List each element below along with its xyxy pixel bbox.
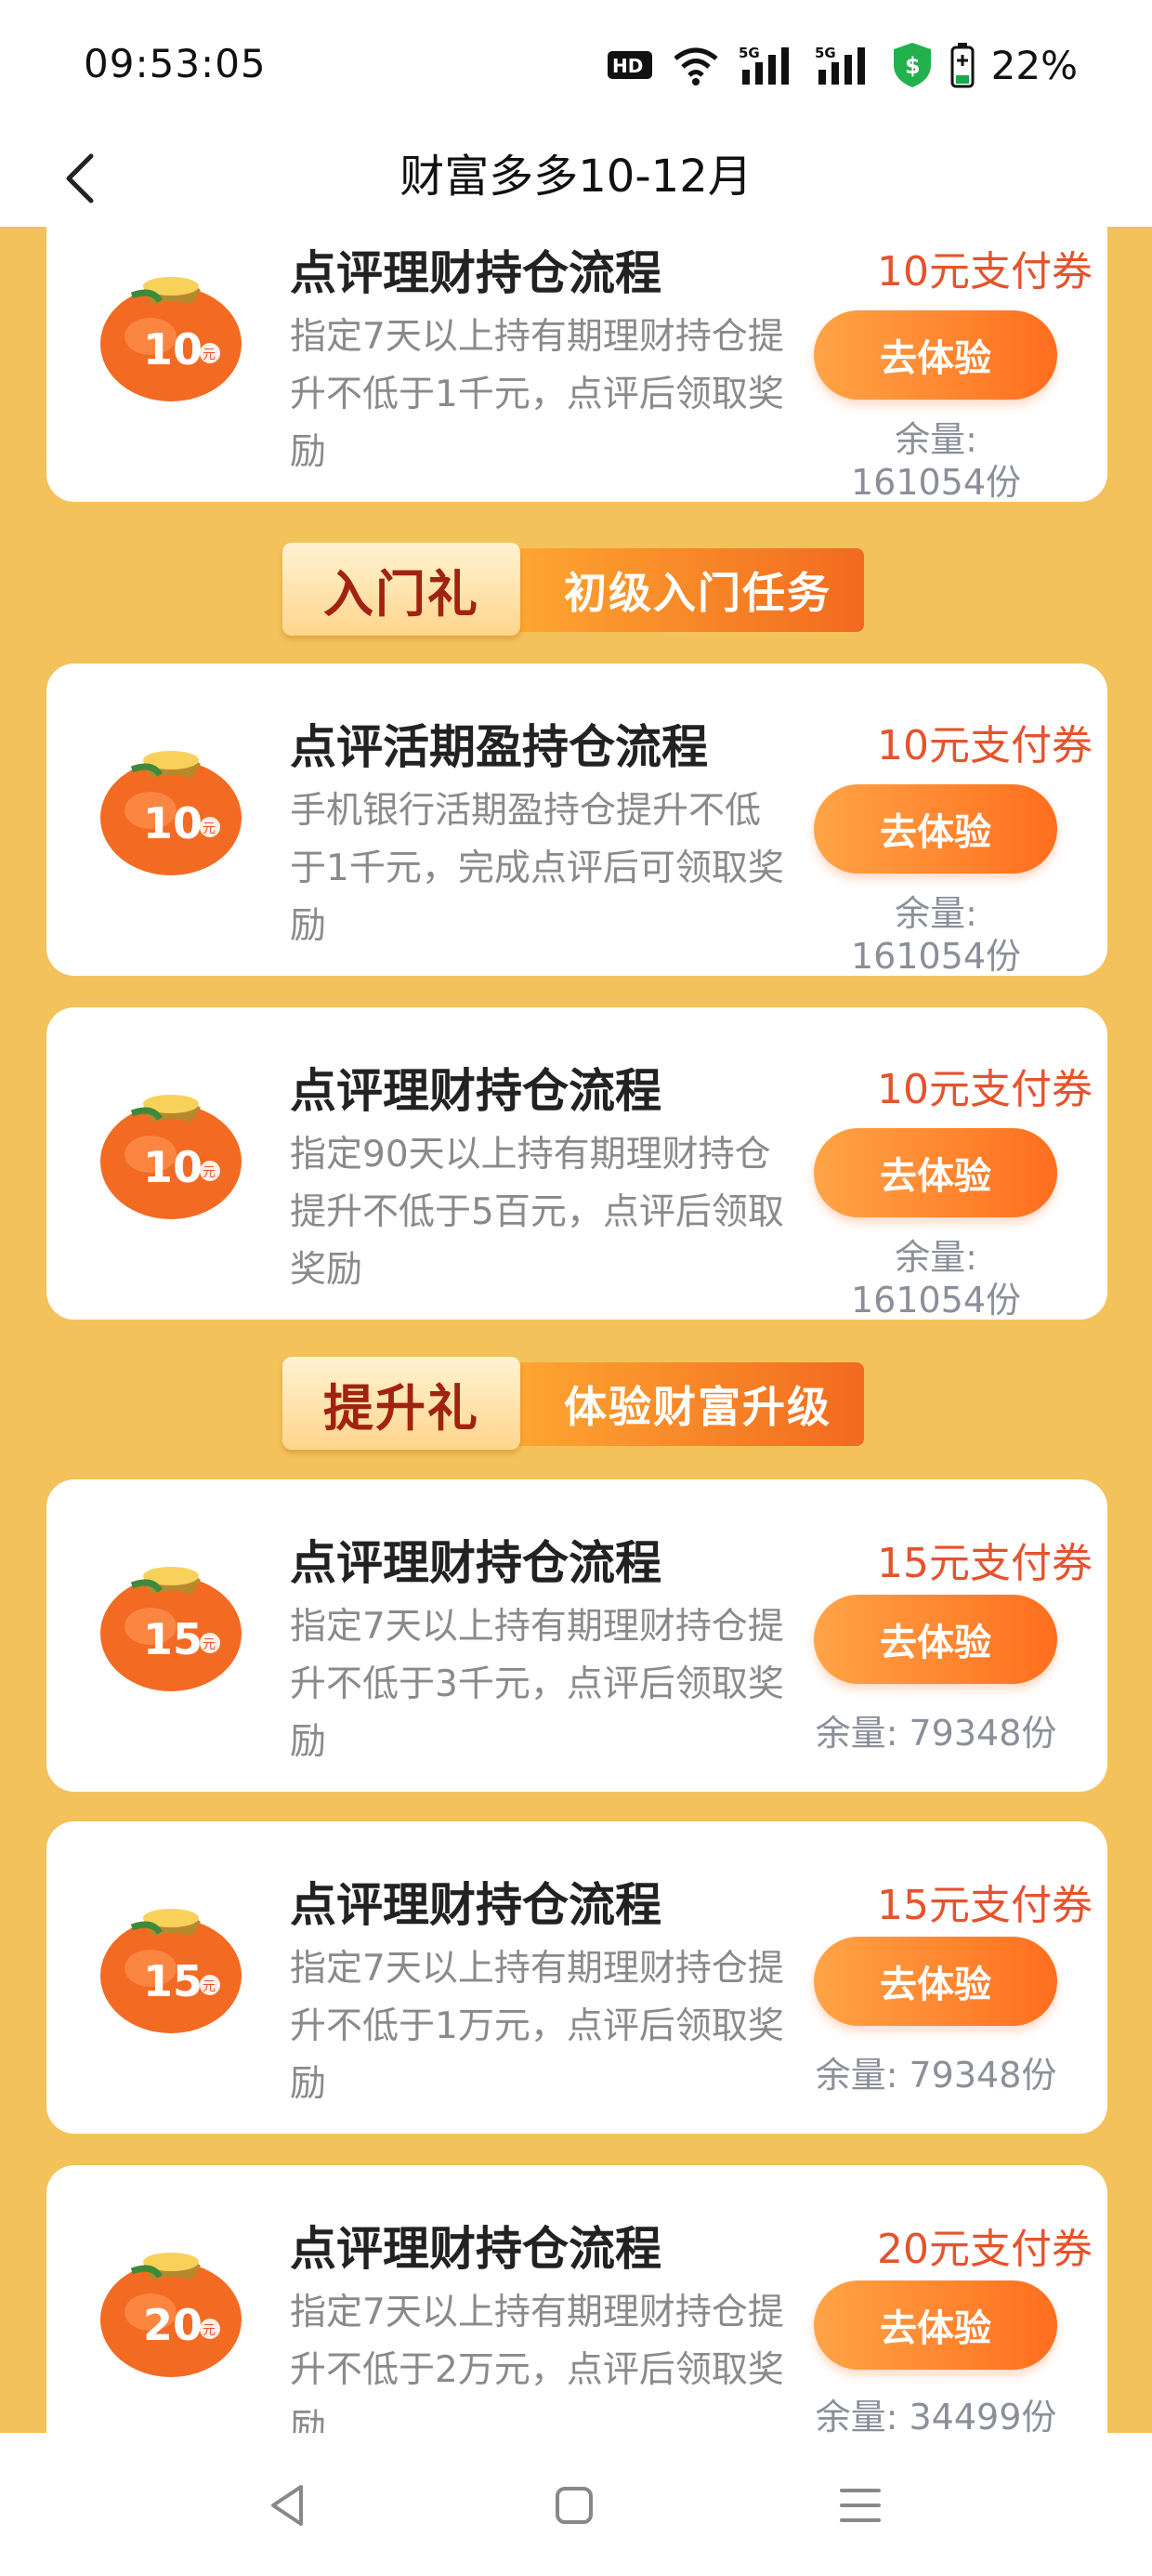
task-card: 10 元 点评活期盈持仓流程 手机银行活期盈持仓提升不低于1千元，完成点评后可领… xyxy=(46,664,1107,976)
coin-reward-icon: 15 元 xyxy=(95,1883,248,2036)
svg-text:15: 15 xyxy=(143,1614,203,1664)
task-description: 指定7天以上持有期理财持仓提升不低于1千元，点评后领取奖励 xyxy=(290,316,784,473)
shield-dollar-icon: $ xyxy=(893,43,931,87)
nav-back-button[interactable] xyxy=(251,2468,325,2543)
signal-5g-icon: 5G xyxy=(739,45,789,85)
section-banner: 提升礼 体验财富升级 xyxy=(282,1357,864,1450)
svg-text:10: 10 xyxy=(143,1142,203,1192)
task-title: 点评理财持仓流程 xyxy=(290,2222,661,2276)
task-card: 10 元 点评理财持仓流程 指定90天以上持有期理财持仓提升不低于5百元，点评后… xyxy=(46,1007,1107,1320)
reward-label: 10元支付券 xyxy=(877,1066,1093,1113)
task-description: 指定90天以上持有期理财持仓提升不低于5百元，点评后领取奖励 xyxy=(290,1134,784,1291)
back-triangle-icon xyxy=(271,2485,303,2526)
status-bar: 09:53:05 HD 5G 5G $ 22% xyxy=(0,0,1152,130)
page-title: 财富多多10-12月 xyxy=(399,151,753,203)
svg-text:元: 元 xyxy=(203,1637,216,1652)
section-subtitle: 初级入门任务 xyxy=(564,568,831,618)
svg-text:10: 10 xyxy=(143,798,203,848)
task-description: 指定7天以上持有期理财持仓提升不低于3千元，点评后领取奖励 xyxy=(290,1606,784,1763)
task-card: 15 元 点评理财持仓流程 指定7天以上持有期理财持仓提升不低于1万元，点评后领… xyxy=(46,1821,1107,2134)
app-header: 财富多多10-12月 xyxy=(0,130,1152,228)
nav-menu-button[interactable] xyxy=(823,2468,897,2543)
try-button[interactable]: 去体验 xyxy=(814,1128,1057,1217)
task-card: 10 元 点评理财持仓流程 指定7天以上持有期理财持仓提升不低于1千元，点评后领… xyxy=(46,227,1107,502)
task-title: 点评理财持仓流程 xyxy=(290,1064,661,1118)
svg-text:5G: 5G xyxy=(815,45,836,61)
stock-remaining: 余量: 161054份 xyxy=(850,1237,1022,1320)
stock-remaining: 余量: 161054份 xyxy=(850,419,1022,502)
section-tag: 入门礼 xyxy=(323,564,479,624)
try-button[interactable]: 去体验 xyxy=(814,1937,1057,2026)
task-description: 手机银行活期盈持仓提升不低于1千元，完成点评后可领取奖励 xyxy=(290,790,784,947)
try-button[interactable]: 去体验 xyxy=(814,1595,1057,1684)
svg-text:10: 10 xyxy=(143,324,203,375)
reward-label: 10元支付券 xyxy=(877,248,1093,296)
svg-text:元: 元 xyxy=(203,2323,216,2338)
system-nav-bar xyxy=(0,2433,1152,2576)
task-title: 点评理财持仓流程 xyxy=(290,1536,661,1590)
home-square-icon xyxy=(556,2487,593,2524)
svg-text:元: 元 xyxy=(203,348,216,362)
svg-text:HD: HD xyxy=(612,55,643,77)
svg-text:20: 20 xyxy=(143,2300,203,2350)
hd-icon: HD xyxy=(607,51,652,79)
svg-text:元: 元 xyxy=(203,1979,216,1994)
svg-text:元: 元 xyxy=(203,1165,216,1180)
section-tag: 提升礼 xyxy=(323,1378,479,1438)
try-button[interactable]: 去体验 xyxy=(814,310,1057,400)
task-title: 点评理财持仓流程 xyxy=(290,1878,661,1932)
signal-5g-icon: 5G xyxy=(815,45,865,85)
coin-reward-icon: 10 元 xyxy=(95,725,248,878)
svg-text:元: 元 xyxy=(203,821,216,836)
status-icons: HD 5G 5G $ 22% xyxy=(607,41,1078,89)
try-button[interactable]: 去体验 xyxy=(814,784,1057,874)
stock-remaining: 余量: 161054份 xyxy=(850,893,1022,976)
wifi-icon xyxy=(674,47,718,85)
svg-text:$: $ xyxy=(905,53,921,79)
reward-label: 20元支付券 xyxy=(877,2226,1093,2273)
task-description: 指定7天以上持有期理财持仓提升不低于1万元，点评后领取奖励 xyxy=(290,1948,784,2105)
task-title: 点评活期盈持仓流程 xyxy=(290,720,708,774)
stock-remaining: 余量: 79348份 xyxy=(815,2055,1057,2096)
svg-text:15: 15 xyxy=(143,1956,203,2006)
stock-remaining: 余量: 34499份 xyxy=(815,2397,1057,2433)
stock-remaining: 余量: 79348份 xyxy=(815,1713,1057,1754)
battery-icon xyxy=(950,43,975,88)
menu-lines-icon xyxy=(840,2489,881,2522)
section-banner: 入门礼 初级入门任务 xyxy=(282,543,864,636)
coin-reward-icon: 10 元 xyxy=(95,251,248,404)
svg-text:5G: 5G xyxy=(739,45,760,61)
coin-reward-icon: 10 元 xyxy=(95,1069,248,1222)
coin-reward-icon: 15 元 xyxy=(95,1541,248,1694)
reward-label: 15元支付券 xyxy=(877,1882,1093,1929)
battery-percent: 22% xyxy=(990,42,1078,88)
reward-label: 15元支付券 xyxy=(877,1540,1093,1587)
task-card: 20 元 点评理财持仓流程 指定7天以上持有期理财持仓提升不低于2万元，点评后领… xyxy=(46,2165,1107,2433)
task-list[interactable]: 10 元 点评理财持仓流程 指定7天以上持有期理财持仓提升不低于1千元，点评后领… xyxy=(0,227,1152,2433)
task-card: 15 元 点评理财持仓流程 指定7天以上持有期理财持仓提升不低于3千元，点评后领… xyxy=(46,1479,1107,1792)
nav-home-button[interactable] xyxy=(537,2468,611,2543)
task-title: 点评理财持仓流程 xyxy=(290,246,661,300)
task-description: 指定7天以上持有期理财持仓提升不低于2万元，点评后领取奖励 xyxy=(290,2292,784,2433)
try-button[interactable]: 去体验 xyxy=(814,2280,1057,2370)
status-time: 09:53:05 xyxy=(84,41,267,86)
reward-label: 10元支付券 xyxy=(877,722,1093,769)
coin-reward-icon: 20 元 xyxy=(95,2227,248,2380)
section-subtitle: 体验财富升级 xyxy=(564,1382,831,1432)
